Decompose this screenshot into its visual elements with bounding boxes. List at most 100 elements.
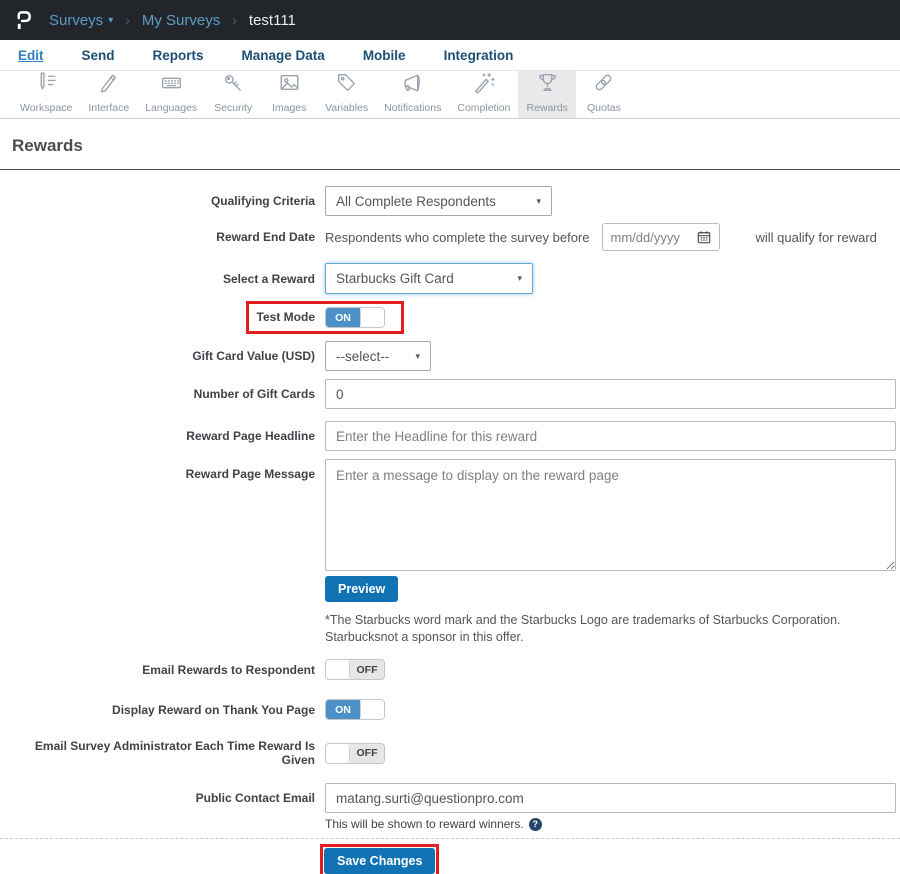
save-changes-annotation-box: Save Changes [320,844,440,874]
display-reward-label: Display Reward on Thank You Page [112,702,315,717]
toggle-state-label: OFF [350,660,384,679]
toggle-knob [326,743,350,763]
main-nav-tabs: Edit Send Reports Manage Data Mobile Int… [0,40,900,71]
preview-button[interactable]: Preview [325,576,399,602]
public-contact-email-row: Public Contact Email [0,783,900,813]
email-rewards-toggle[interactable]: OFF [325,659,385,680]
variables-icon [334,70,359,100]
toolbar-item-label: Images [271,102,307,114]
number-of-gift-cards-label: Number of Gift Cards [193,387,315,401]
tab-manage-data[interactable]: Manage Data [242,48,344,63]
gift-card-value-select[interactable]: --select-- ▾ [325,341,431,371]
breadcrumb-separator-icon: › [232,12,237,28]
toggle-knob [360,308,384,327]
select-reward-select[interactable]: Starbucks Gift Card ▾ [325,263,533,294]
toolbar-item-rewards[interactable]: Rewards [518,70,576,118]
completion-icon [471,70,496,100]
reward-end-date-input[interactable] [610,229,681,245]
select-reward-value: Starbucks Gift Card [336,271,454,286]
email-admin-toggle[interactable]: OFF [325,742,385,764]
reward-page-headline-row: Reward Page Headline [0,421,900,451]
toolbar-item-images[interactable]: Images [261,71,317,118]
reward-page-message-label: Reward Page Message [185,467,315,481]
select-reward-label: Select a Reward [222,271,315,286]
images-icon [277,70,302,100]
tab-edit[interactable]: Edit [18,48,63,63]
toolbar-item-workspace[interactable]: Workspace [12,71,80,118]
email-rewards-row: Email Rewards to Respondent OFF [0,659,900,680]
toggle-state-label: ON [326,700,360,719]
toolbar-item-label: Completion [457,102,511,114]
toolbar-item-completion[interactable]: Completion [449,71,518,118]
gift-card-value-value: --select-- [336,348,390,364]
rewards-form: Qualifying Criteria All Complete Respond… [0,170,900,874]
toolbar-item-label: Rewards [526,102,568,114]
reward-page-headline-input[interactable] [325,421,896,451]
toolbar-item-variables[interactable]: Variables [317,71,376,118]
save-changes-button[interactable]: Save Changes [324,848,436,874]
qualifying-criteria-select[interactable]: All Complete Respondents ▾ [325,186,552,216]
footer-divider [0,838,900,839]
chevron-down-icon: ▾ [415,350,420,361]
number-of-gift-cards-row: Number of Gift Cards [0,379,900,409]
reward-end-date-field[interactable] [601,223,720,251]
security-icon [221,70,246,100]
top-header-bar: Surveys ▾ › My Surveys › test111 [0,0,900,40]
tab-mobile[interactable]: Mobile [363,48,425,63]
qualifying-criteria-row: Qualifying Criteria All Complete Respond… [0,186,900,216]
toolbar-item-label: Security [214,102,253,114]
toolbar-item-interface[interactable]: Interface [80,71,137,118]
reward-end-date-label: Reward End Date [216,230,315,244]
help-icon[interactable]: ? [528,817,542,831]
toggle-knob [326,660,350,679]
email-admin-row: Email Survey Administrator Each Time Rew… [0,739,900,767]
toolbar-item-languages[interactable]: Languages [137,71,205,118]
public-contact-email-input[interactable] [325,783,896,813]
edit-sub-toolbar: Workspace Interface Languages Security I… [0,71,900,119]
chevron-down-icon: ▾ [536,195,541,206]
toolbar-item-label: Interface [88,102,130,114]
workspace-icon [34,70,59,100]
test-mode-row: Test Mode ON [0,301,900,334]
reward-end-date-row: Reward End Date Respondents who complete… [0,223,900,251]
test-mode-toggle[interactable]: ON [325,307,385,328]
email-admin-label: Email Survey Administrator Each Time Rew… [34,739,315,767]
test-mode-label: Test Mode [256,310,315,324]
surveys-dropdown-caret-icon[interactable]: ▾ [108,15,113,26]
reward-page-headline-label: Reward Page Headline [186,429,315,443]
qualifying-criteria-value: All Complete Respondents [336,193,496,209]
email-rewards-label: Email Rewards to Respondent [142,662,315,677]
gift-card-value-label: Gift Card Value (USD) [192,349,315,363]
breadcrumb-surveys[interactable]: Surveys [49,12,103,29]
languages-icon [159,70,184,100]
page-title: Rewards [12,136,83,155]
toolbar-item-notifications[interactable]: Notifications [376,71,449,118]
toolbar-item-label: Notifications [384,102,442,114]
toolbar-item-quotas[interactable]: Quotas [576,71,632,118]
toolbar-item-label: Variables [325,102,369,114]
reward-page-message-row: Reward Page Message [0,459,900,571]
starbucks-disclaimer-text: *The Starbucks word mark and the Starbuc… [325,613,841,644]
reward-page-message-textarea[interactable] [325,459,896,571]
gift-card-value-row: Gift Card Value (USD) --select-- ▾ [0,341,900,371]
end-date-text-before: Respondents who complete the survey befo… [325,229,590,245]
contact-email-help-note: This will be shown to reward winners. ? [325,817,900,831]
tab-integration[interactable]: Integration [444,48,533,63]
end-date-text-after: will qualify for reward [755,229,877,245]
display-reward-toggle[interactable]: ON [325,699,385,720]
rewards-icon [535,70,560,100]
quotas-icon [591,70,616,100]
notifications-icon [400,70,425,100]
toolbar-item-label: Quotas [586,102,621,114]
toggle-knob [360,700,384,719]
number-of-gift-cards-input[interactable] [325,379,896,409]
toolbar-item-label: Languages [145,102,198,114]
calendar-icon[interactable] [697,230,711,244]
interface-icon [96,70,121,100]
tab-send[interactable]: Send [82,48,134,63]
tab-reports[interactable]: Reports [153,48,223,63]
breadcrumb-my-surveys[interactable]: My Surveys [142,12,220,29]
questionpro-logo-icon[interactable] [14,8,33,32]
toolbar-item-label: Workspace [20,102,73,114]
toolbar-item-security[interactable]: Security [205,71,261,118]
